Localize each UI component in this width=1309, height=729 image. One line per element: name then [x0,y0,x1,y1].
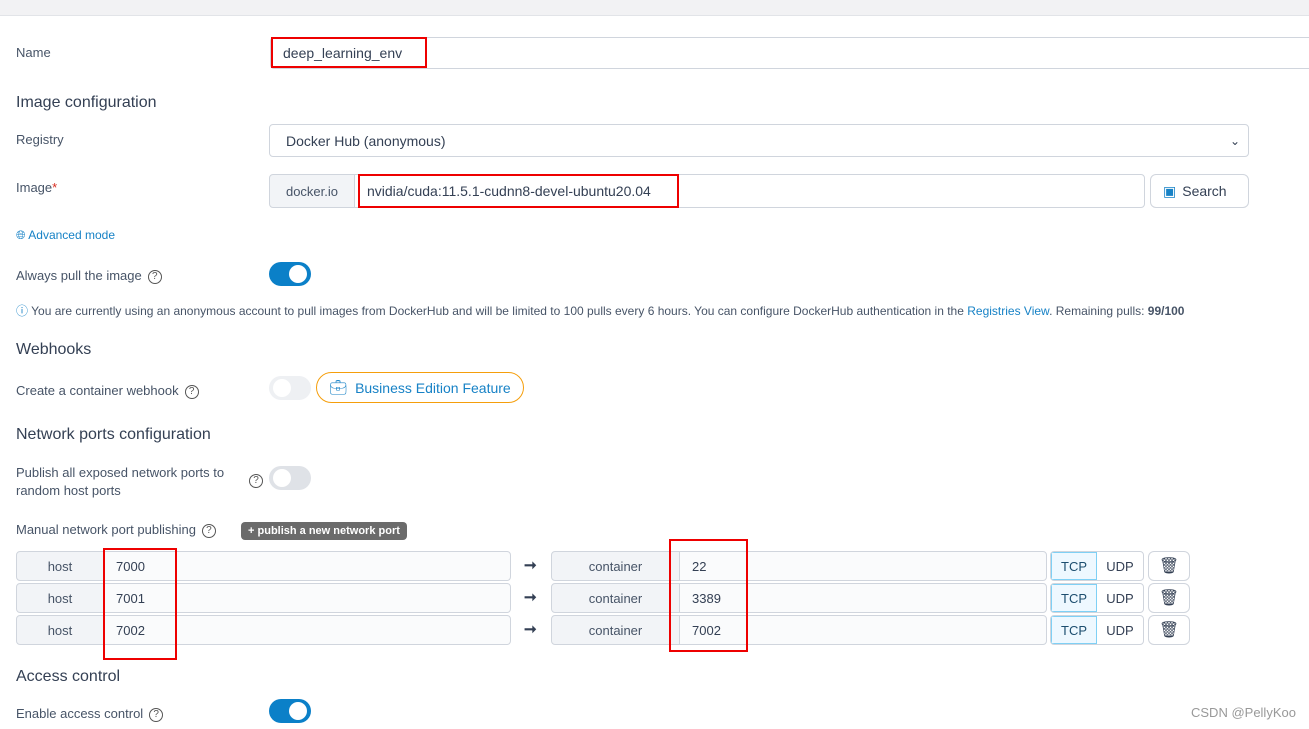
registry-select[interactable]: Docker Hub (anonymous) ⌄ [269,124,1249,157]
trash-icon: 🗑︎ [1158,622,1180,639]
manual-port-label: Manual network port publishing? [16,522,216,538]
info-text: You are currently using an anonymous acc… [31,304,968,318]
udp-button[interactable]: UDP [1097,616,1143,644]
image-config-heading: Image configuration [16,94,157,111]
registry-value: Docker Hub (anonymous) [286,132,446,149]
delete-port-button[interactable]: 🗑︎ [1148,615,1190,645]
always-pull-toggle[interactable] [269,262,311,286]
add-port-text: publish a new network port [257,525,400,537]
highlight-box [669,539,748,652]
port-row: host 7002 ➞ container 7002 TCP UDP 🗑︎ [0,615,1309,645]
help-icon[interactable]: ? [149,707,164,722]
udp-button[interactable]: UDP [1097,552,1143,580]
tcp-button[interactable]: TCP [1051,552,1097,580]
trash-icon: 🗑︎ [1158,558,1180,575]
udp-button[interactable]: UDP [1097,584,1143,612]
chevron-down-icon: ⌄ [1229,133,1240,148]
highlight-box [103,548,177,660]
image-label-text: Image [16,180,53,195]
registries-view-link[interactable]: Registries View [967,304,1049,318]
container-addon: container [551,615,680,645]
info-message: ⓘ You are currently using an anonymous a… [16,302,1184,319]
port-row: host 7001 ➞ container 3389 TCP UDP 🗑︎ [0,583,1309,613]
delete-port-button[interactable]: 🗑︎ [1148,551,1190,581]
watermark: CSDN @PellyKoo [1191,705,1296,720]
arrow-right-icon: ➞ [524,589,537,606]
help-icon[interactable]: ? [201,523,216,538]
arrow-right-icon: ➞ [524,557,537,574]
help-icon[interactable]: ? [249,474,263,488]
add-port-button[interactable]: + publish a new network port [241,522,407,540]
highlight-box [271,37,427,68]
globe-icon: 🌐︎ [16,228,26,242]
plus-icon: + [248,525,255,537]
tcp-button[interactable]: TCP [1051,616,1097,644]
manual-port-text: Manual network port publishing [16,522,196,537]
protocol-toggle: TCP UDP [1050,615,1144,645]
access-heading: Access control [16,668,121,685]
registry-label: Registry [16,132,64,147]
webhook-text: Create a container webhook [16,383,179,398]
info-icon: ⓘ [16,304,29,318]
name-label: Name [16,45,51,60]
required-mark: * [52,180,58,195]
briefcase-icon: 💼︎ [329,379,348,395]
network-heading: Network ports configuration [16,426,211,443]
access-text: Enable access control [16,706,144,721]
webhooks-heading: Webhooks [16,341,92,358]
trash-icon: 🗑︎ [1158,590,1180,607]
search-label: Search [1182,183,1227,199]
docker-icon: ▣ [1163,182,1177,199]
advanced-mode-link[interactable]: 🌐︎ Advanced mode [16,228,115,243]
webhook-toggle[interactable] [269,376,311,400]
host-addon: host [16,583,104,613]
host-addon: host [16,551,104,581]
tcp-button[interactable]: TCP [1051,584,1097,612]
image-prefix: docker.io [269,174,355,208]
help-icon[interactable]: ? [184,384,199,399]
access-toggle[interactable] [269,699,311,723]
info-remaining: . Remaining pulls: [1049,304,1148,318]
search-button[interactable]: ▣ Search [1150,174,1249,208]
protocol-toggle: TCP UDP [1050,583,1144,613]
highlight-box [358,174,679,208]
host-addon: host [16,615,104,645]
advanced-mode-text: Advanced mode [28,228,116,242]
webhook-label: Create a container webhook? [16,383,199,399]
help-icon[interactable]: ? [147,269,162,284]
container-addon: container [551,551,680,581]
arrow-right-icon: ➞ [524,621,537,638]
container-addon: container [551,583,680,613]
always-pull-text: Always pull the image [16,268,142,283]
business-edition-badge[interactable]: 💼︎ Business Edition Feature [316,372,524,403]
port-row: host 7000 ➞ container 22 TCP UDP 🗑︎ [0,551,1309,581]
remaining-pulls: 99/100 [1147,304,1185,318]
image-label: Image* [16,180,57,195]
publish-all-label: Publish all exposed network ports to ran… [16,465,225,498]
delete-port-button[interactable]: 🗑︎ [1148,583,1190,613]
top-bar [0,0,1309,16]
publish-all-toggle[interactable] [269,466,311,490]
access-label: Enable access control? [16,706,164,722]
business-badge-text: Business Edition Feature [355,379,511,396]
always-pull-label: Always pull the image? [16,268,162,284]
protocol-toggle: TCP UDP [1050,551,1144,581]
